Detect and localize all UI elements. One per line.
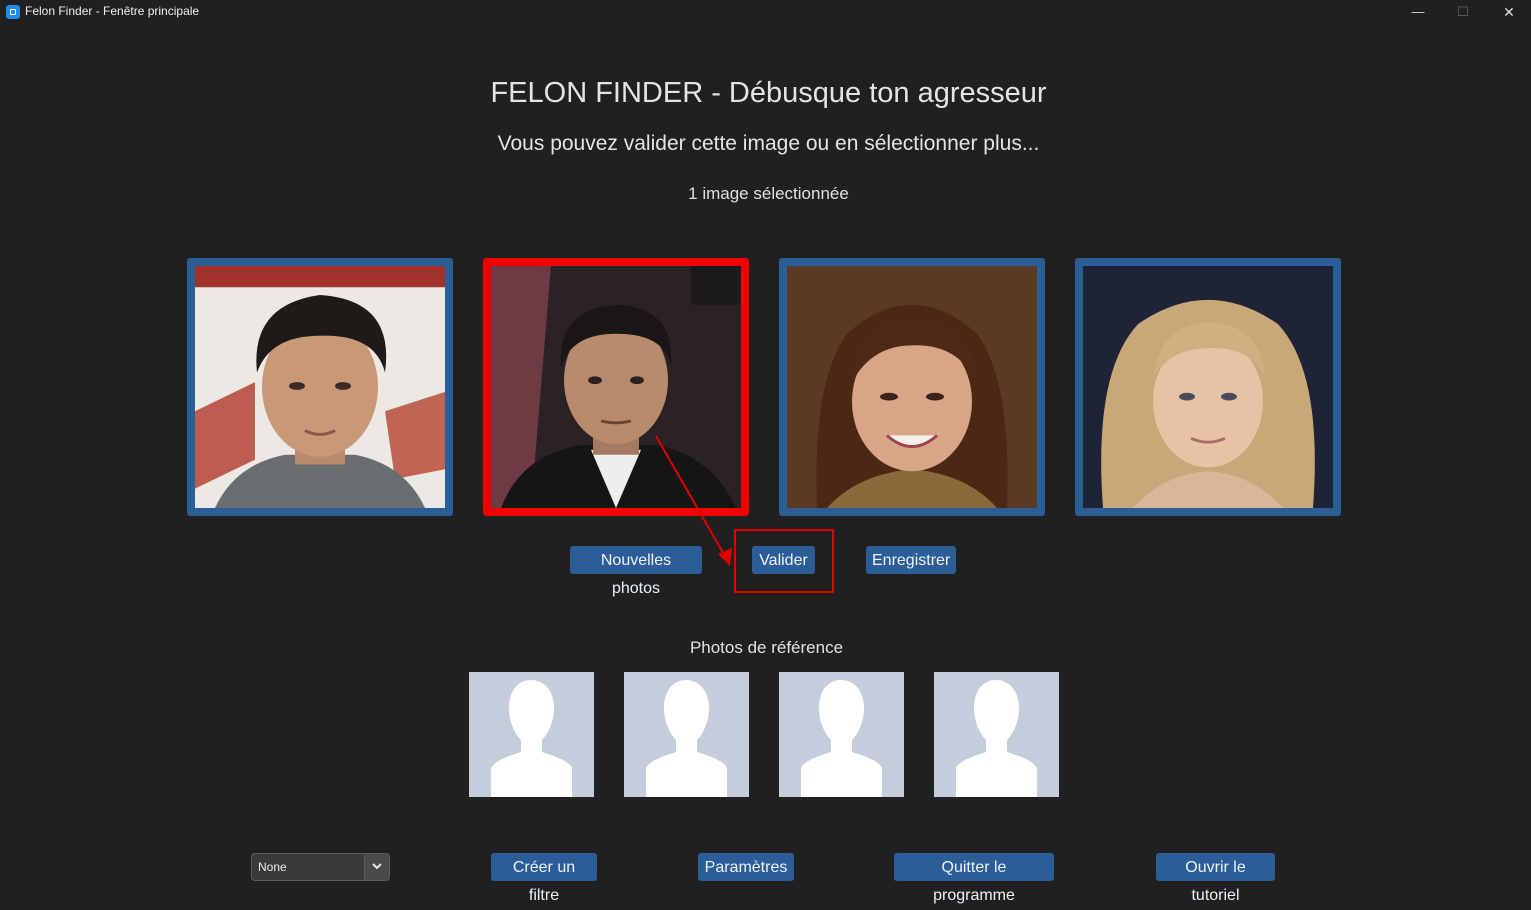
validate-button[interactable]: Valider bbox=[752, 546, 815, 574]
face-photo bbox=[787, 266, 1037, 508]
filter-select-value: None bbox=[258, 860, 287, 874]
tutorial-button[interactable]: Ouvrir le tutoriel bbox=[1156, 853, 1275, 904]
save-button[interactable]: Enregistrer bbox=[866, 546, 956, 574]
person-silhouette-icon bbox=[491, 680, 572, 797]
title-bar: Felon Finder - Fenêtre principale — ☐ ✕ bbox=[0, 0, 1531, 24]
chevron-down-icon[interactable] bbox=[364, 854, 389, 880]
candidate-photo-3[interactable] bbox=[779, 258, 1045, 516]
reference-photo-slot-4[interactable] bbox=[934, 672, 1059, 797]
reference-photo-slot-2[interactable] bbox=[624, 672, 749, 797]
window-title: Felon Finder - Fenêtre principale bbox=[25, 4, 200, 18]
app-icon bbox=[6, 5, 20, 19]
candidate-photo-4[interactable] bbox=[1075, 258, 1341, 516]
page-title: FELON FINDER - Débusque ton agresseur bbox=[490, 77, 1047, 109]
page-subtitle: Vous pouvez valider cette image ou en sé… bbox=[497, 132, 1040, 155]
close-button[interactable]: ✕ bbox=[1486, 0, 1531, 24]
quit-button[interactable]: Quitter le programme bbox=[894, 853, 1054, 904]
filter-select[interactable]: None bbox=[251, 853, 390, 881]
create-filter-button[interactable]: Créer un filtre bbox=[491, 853, 597, 904]
reference-photo-slot-3[interactable] bbox=[779, 672, 904, 797]
candidate-photo-1[interactable] bbox=[187, 258, 453, 516]
maximize-button[interactable]: ☐ bbox=[1440, 0, 1486, 24]
reference-photo-slot-1[interactable] bbox=[469, 672, 594, 797]
face-photo bbox=[195, 266, 445, 508]
minimize-button[interactable]: — bbox=[1395, 0, 1441, 24]
settings-button[interactable]: Paramètres bbox=[698, 853, 794, 881]
face-photo bbox=[1083, 266, 1333, 508]
reference-photos-title: Photos de référence bbox=[689, 638, 844, 657]
person-silhouette-icon bbox=[801, 680, 882, 797]
new-photos-button[interactable]: Nouvelles photos bbox=[570, 546, 702, 597]
selection-count: 1 image sélectionnée bbox=[688, 184, 849, 203]
person-silhouette-icon bbox=[956, 680, 1037, 797]
person-silhouette-icon bbox=[646, 680, 727, 797]
